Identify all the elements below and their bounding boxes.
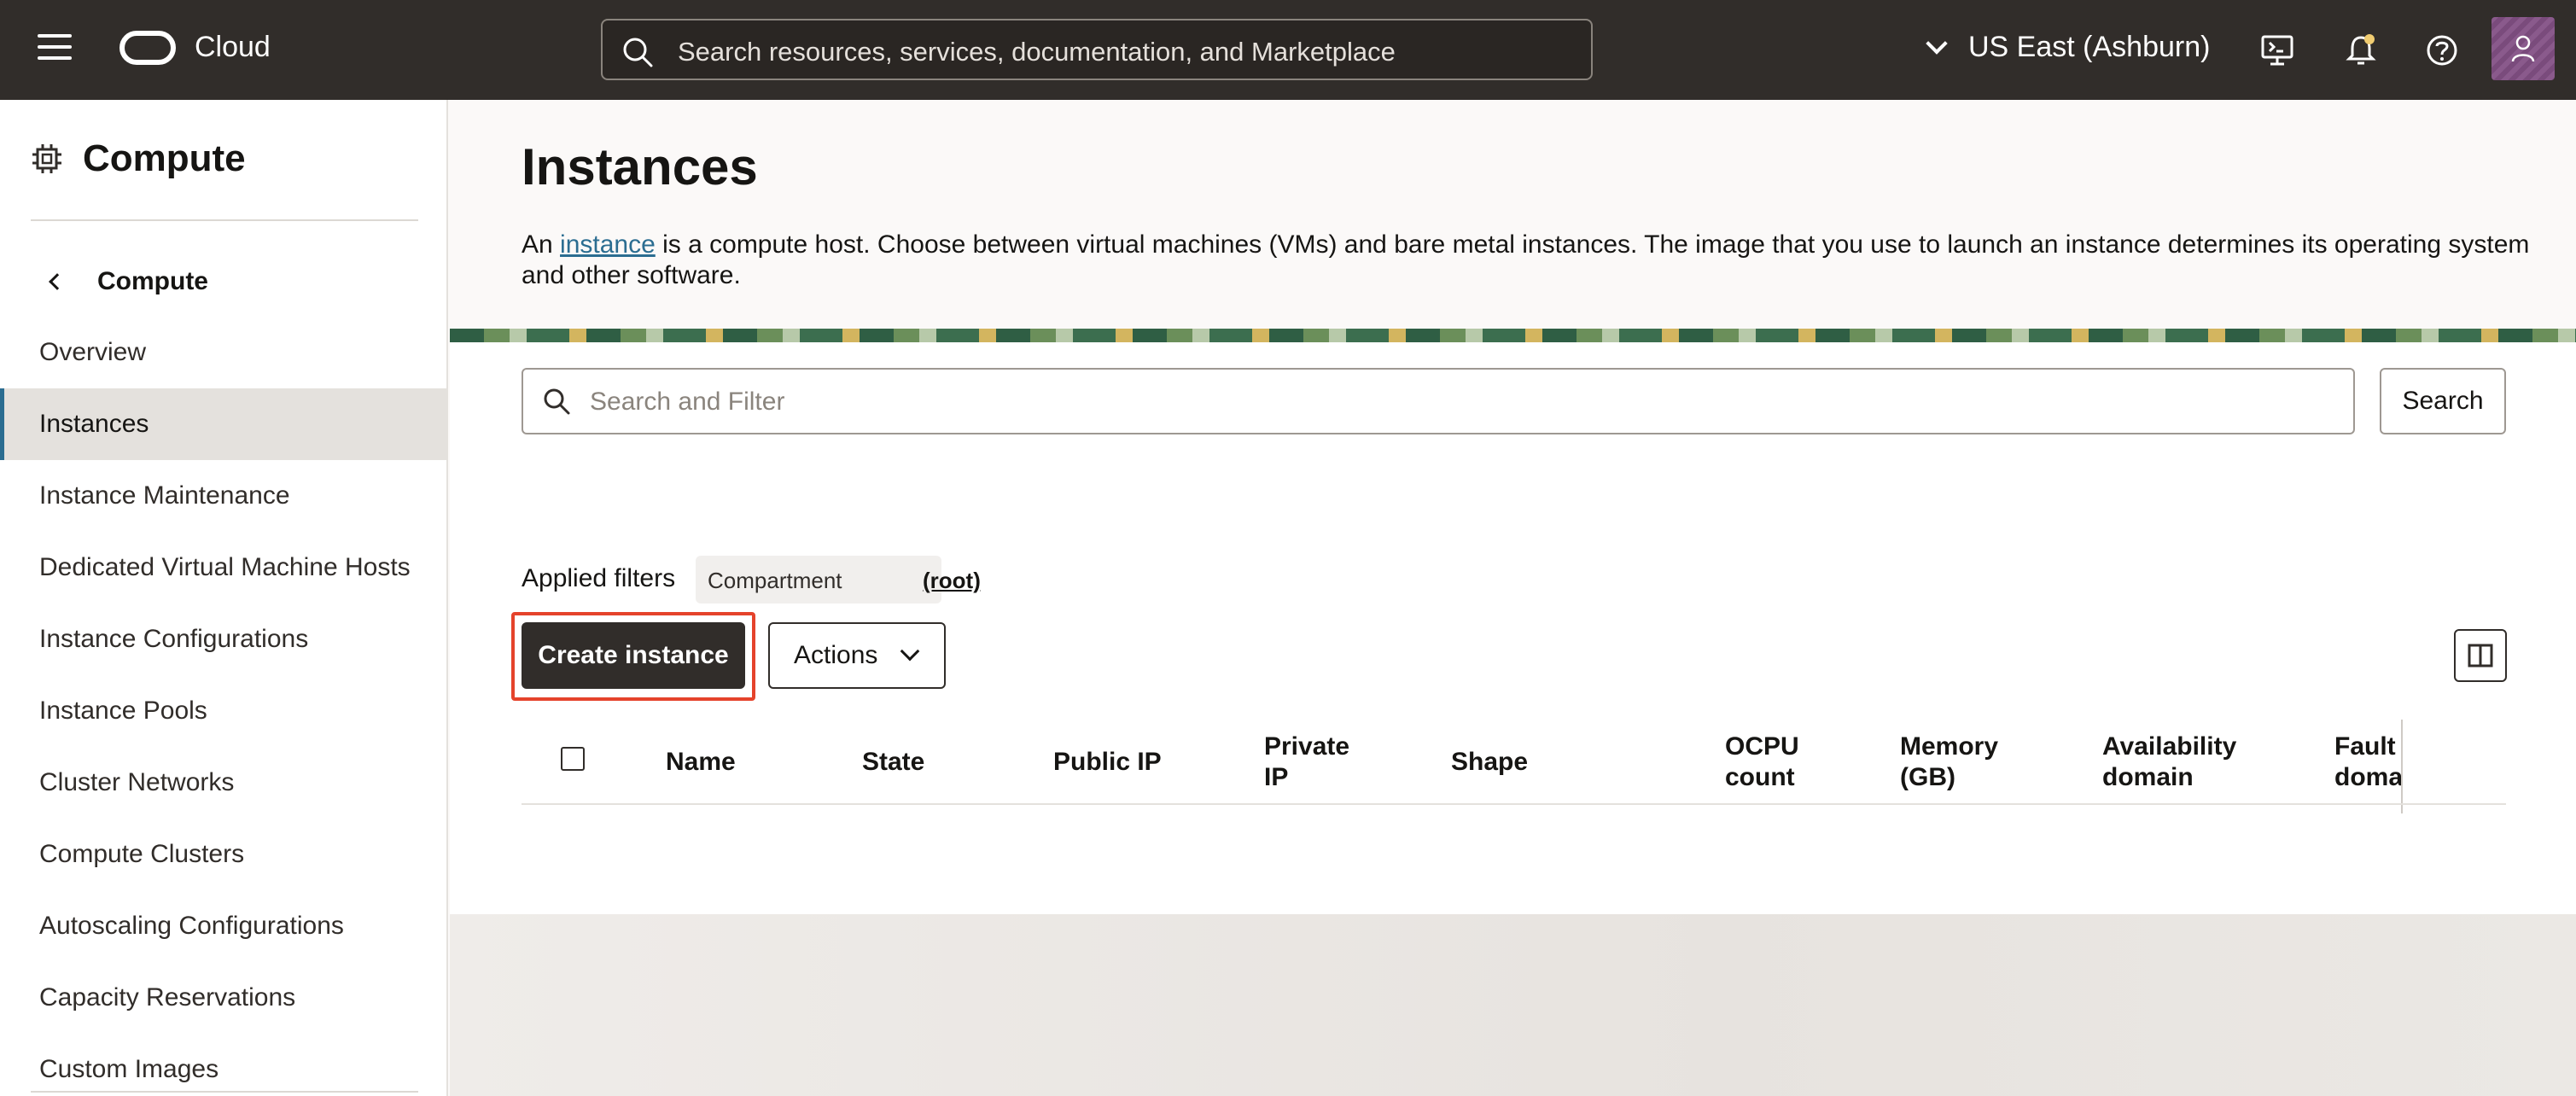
help-icon[interactable] [2424,32,2460,68]
compute-chip-icon [32,144,61,173]
divider [31,1091,418,1093]
select-all-checkbox[interactable] [561,747,585,771]
filter-chip-value-link[interactable]: (root) [923,568,981,594]
decorative-banner [450,329,2576,342]
region-selector[interactable]: US East (Ashburn) [1926,31,2211,64]
column-header-memory[interactable]: Memory (GB) [1900,732,1998,793]
sidebar-item-cluster-networks[interactable]: Cluster Networks [0,747,446,819]
column-header-fault-domain[interactable]: Faultdomai [2334,732,2401,793]
cloud-shell-icon[interactable] [2259,32,2295,68]
column-header-shape[interactable]: Shape [1451,747,1528,778]
user-icon [2511,35,2535,62]
table-header-divider [522,803,2506,805]
search-button[interactable]: Search [2380,368,2506,434]
sidebar-item-autoscaling-configurations[interactable]: Autoscaling Configurations [0,890,446,962]
menu-icon[interactable] [38,34,72,63]
top-header: Cloud Search resources, services, docume… [0,0,2576,100]
region-label: US East (Ashburn) [1968,31,2211,63]
sidebar: Compute Compute Overview Instances Insta… [0,100,448,1096]
applied-filters-label: Applied filters [522,564,676,592]
cloud-logo[interactable] [119,31,176,65]
sidebar-item-custom-images[interactable]: Custom Images [0,1034,446,1096]
sidebar-item-overview[interactable]: Overview [0,317,446,388]
search-placeholder: Search resources, services, documentatio… [678,37,1396,67]
column-header-name[interactable]: Name [666,747,736,778]
actions-menu-button[interactable]: Actions [768,622,946,689]
sidebar-item-instance-pools[interactable]: Instance Pools [0,675,446,747]
chevron-down-icon [1926,32,1948,55]
filter-chip-key: Compartment [708,568,842,593]
sidebar-title: Compute [83,137,246,179]
brand-name: Cloud [195,31,271,63]
column-header-public-ip[interactable]: Public IP [1053,747,1162,778]
description-text: is a compute host. Choose between virtua… [522,230,2530,289]
column-separator [2401,720,2403,813]
back-label: Compute [97,267,208,295]
sidebar-item-dedicated-vm-hosts[interactable]: Dedicated Virtual Machine Hosts [0,532,446,603]
manage-columns-button[interactable] [2454,629,2507,682]
compartment-filter-chip[interactable]: Compartment (root) [696,556,981,603]
decorative-background [450,914,2576,1096]
chevron-down-icon [900,641,920,662]
search-and-filter-input[interactable]: Search and Filter [522,368,2355,434]
sidebar-item-instance-maintenance[interactable]: Instance Maintenance [0,460,446,532]
filter-placeholder: Search and Filter [590,388,785,416]
column-header-state[interactable]: State [862,747,924,778]
instances-panel: Search and Filter Search Applied filters… [450,342,2576,914]
notifications-bell-icon[interactable] [2343,32,2379,68]
user-avatar[interactable] [2491,17,2555,80]
search-icon [544,388,570,415]
create-instance-button[interactable]: Create instance [522,622,745,689]
global-search-input[interactable]: Search resources, services, documentatio… [601,19,1593,80]
back-to-compute-link[interactable]: Compute [49,267,208,296]
main-content: Instances An instance is a compute host.… [450,100,2576,1096]
sidebar-item-capacity-reservations[interactable]: Capacity Reservations [0,962,446,1034]
sidebar-item-compute-clusters[interactable]: Compute Clusters [0,819,446,890]
search-icon [623,38,653,67]
chevron-left-icon [49,273,66,290]
page-title: Instances [522,138,758,195]
sidebar-item-instances[interactable]: Instances [0,388,446,460]
description-text: An [522,230,561,259]
page-description: An instance is a compute host. Choose be… [522,230,2570,291]
column-header-ocpu-count[interactable]: OCPU count [1725,732,1799,793]
sidebar-item-instance-configurations[interactable]: Instance Configurations [0,603,446,675]
columns-icon [2468,644,2493,668]
column-header-availability-domain[interactable]: Availability domain [2102,732,2236,793]
column-header-private-ip[interactable]: Private IP [1264,732,1349,793]
instance-doc-link[interactable]: instance [560,230,656,259]
divider [31,219,418,221]
actions-label: Actions [794,641,878,669]
